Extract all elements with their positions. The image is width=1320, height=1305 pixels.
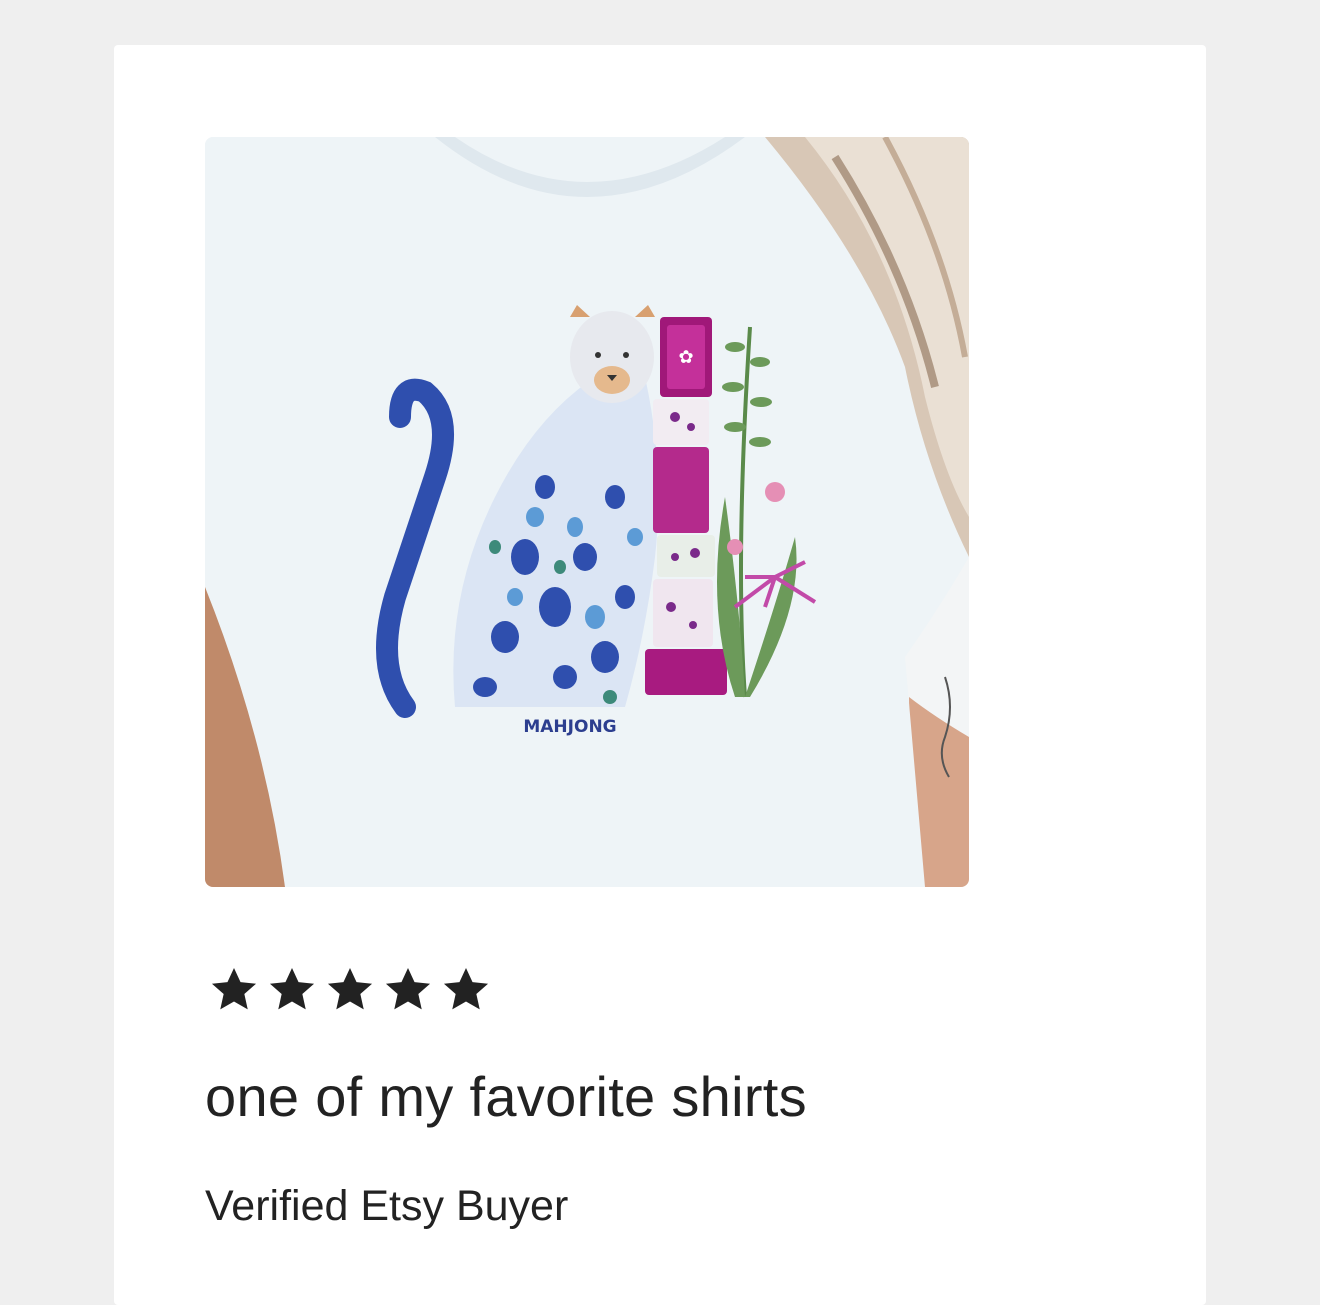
star-icon <box>269 967 315 1010</box>
svg-text:✿: ✿ <box>678 347 693 368</box>
product-photo[interactable]: ✿ MAHJONG <box>205 137 969 887</box>
review-text: one of my favorite shirts <box>205 1065 807 1128</box>
reviewer-name: Verified Etsy Buyer <box>205 1182 569 1230</box>
review-card: ✿ MAHJONG one of my favorite shirts Veri… <box>114 45 1206 1305</box>
tshirt-photo-icon: ✿ MAHJONG <box>205 137 969 887</box>
star-icon <box>211 967 257 1010</box>
star-rating <box>205 963 495 1017</box>
star-icon <box>327 967 373 1010</box>
star-icon <box>385 967 431 1010</box>
star-icon <box>443 967 489 1010</box>
print-caption: MAHJONG <box>523 717 616 737</box>
